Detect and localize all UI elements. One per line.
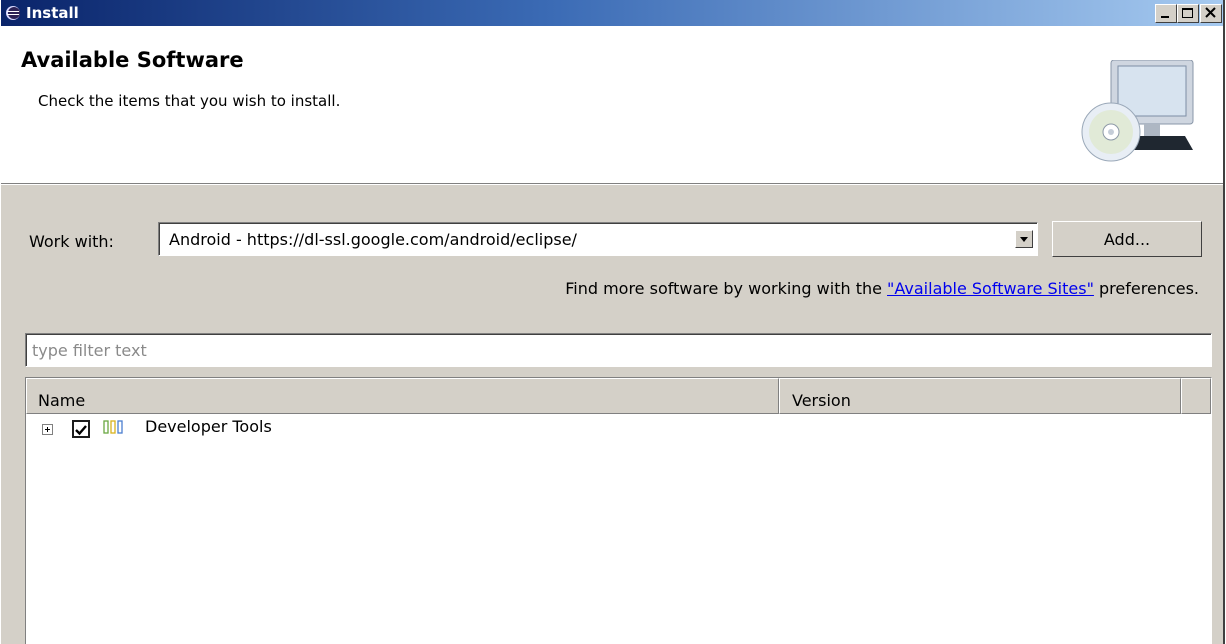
find-more-prefix: Find more software by working with the	[565, 279, 888, 298]
column-header-filler	[1181, 378, 1211, 414]
install-dialog: Install Available Software Check the ite…	[0, 0, 1225, 644]
banner-separator	[1, 184, 1223, 185]
software-tree[interactable]: Name Version Developer Tools	[25, 377, 1212, 644]
maximize-icon	[1182, 8, 1193, 18]
checkmark-icon	[75, 425, 87, 436]
install-computer-icon	[1081, 60, 1194, 162]
maximize-button[interactable]	[1177, 4, 1199, 23]
dropdown-button[interactable]	[1015, 230, 1033, 248]
eclipse-icon	[6, 6, 20, 20]
chevron-down-icon	[1020, 237, 1028, 242]
title-bar[interactable]: Install	[1, 0, 1223, 26]
minimize-icon	[1161, 16, 1169, 18]
page-description: Check the items that you wish to install…	[38, 92, 341, 110]
close-icon	[1205, 7, 1216, 18]
page-title: Available Software	[21, 48, 244, 72]
tree-header: Name Version	[26, 378, 1211, 414]
find-more-suffix: preferences.	[1093, 279, 1199, 298]
add-site-button[interactable]: Add...	[1052, 221, 1202, 257]
row-checkbox[interactable]	[72, 420, 90, 438]
window-title: Install	[26, 4, 79, 22]
tree-row[interactable]: Developer Tools	[26, 414, 1211, 440]
work-with-label: Work with:	[29, 232, 114, 251]
find-more-text: Find more software by working with the "…	[565, 279, 1199, 298]
row-label: Developer Tools	[145, 417, 272, 436]
column-header-name[interactable]: Name	[26, 378, 779, 414]
column-header-version[interactable]: Version	[779, 378, 1181, 414]
expand-icon[interactable]	[42, 424, 53, 435]
category-icon	[103, 420, 123, 434]
filter-input[interactable]	[25, 333, 1212, 367]
close-button[interactable]	[1200, 4, 1222, 23]
minimize-button[interactable]	[1155, 4, 1177, 23]
work-with-value: Android - https://dl-ssl.google.com/andr…	[169, 230, 577, 249]
work-with-combo[interactable]: Android - https://dl-ssl.google.com/andr…	[158, 222, 1038, 256]
available-software-sites-link[interactable]: "Available Software Sites"	[887, 279, 1094, 298]
